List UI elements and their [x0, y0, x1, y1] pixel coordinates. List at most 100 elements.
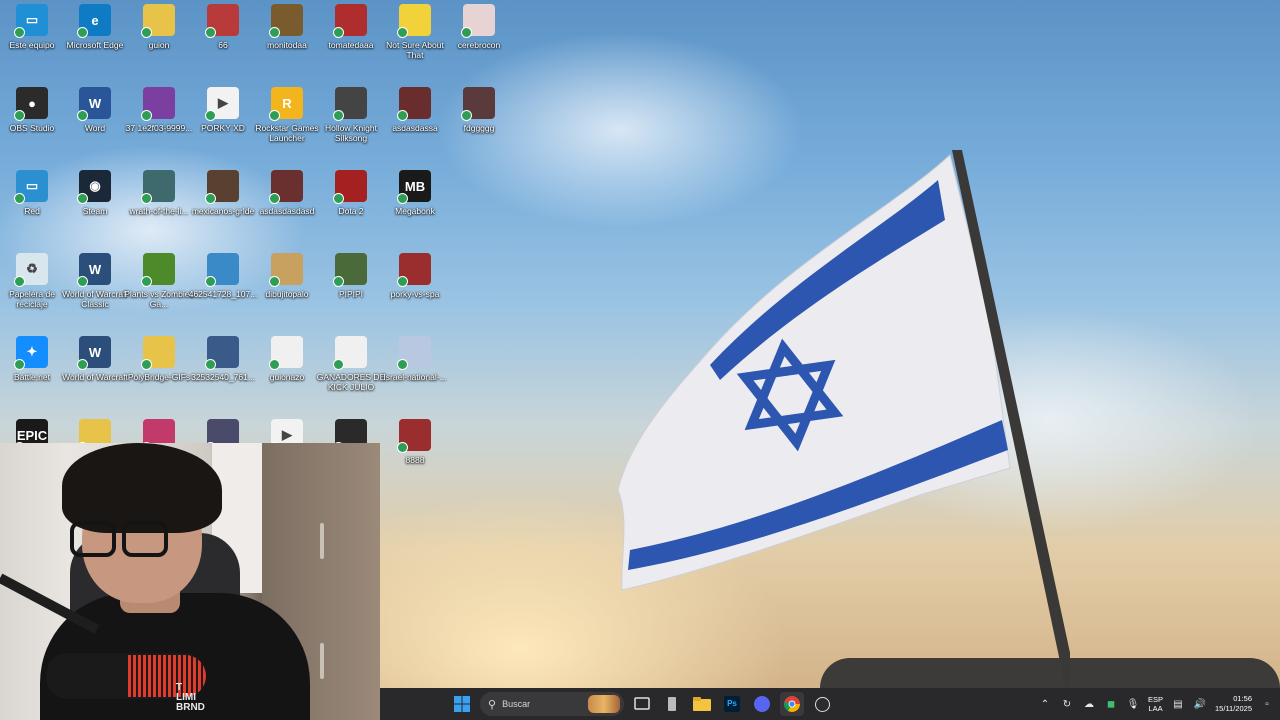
wow-icon: W: [77, 336, 111, 370]
obs-taskbar-button[interactable]: [810, 692, 834, 716]
desktop-icon-monitodaa[interactable]: monitodaa: [255, 4, 319, 50]
photoshop-button[interactable]: Ps: [720, 692, 744, 716]
desktop-icon-tomatedaaa[interactable]: tomatedaaa: [319, 4, 383, 50]
language-indicator[interactable]: ESP LAA: [1148, 695, 1163, 713]
clock[interactable]: 01:56 15/11/2025: [1215, 694, 1252, 714]
discord-button[interactable]: [750, 692, 774, 716]
desktop-icon-steam[interactable]: ◉ Steam: [63, 170, 127, 216]
sync-check-icon: [269, 359, 280, 370]
sync-check-icon: [77, 193, 88, 204]
66-icon: [205, 4, 239, 38]
desktop-icon-guionazo[interactable]: guionazo: [255, 336, 319, 382]
desktop-icon-plants[interactable]: Plants vs Zombies Ga...: [124, 253, 194, 309]
este-equipo-icon: ▭: [14, 4, 48, 38]
desktop-icon-fdggggg[interactable]: fdggggg: [447, 87, 511, 133]
search-highlight-image: [588, 695, 620, 713]
desktop-icon-obs[interactable]: ● OBS Studio: [0, 87, 64, 133]
desktop-icon-wowclassic[interactable]: W World of Warcraft Classic: [62, 253, 128, 309]
desktop-icon-mexicanos[interactable]: mexicanos-grlde: [191, 170, 255, 216]
desktop-icon-rockstar[interactable]: R Rockstar Games Launcher: [255, 87, 319, 143]
obs-icon: [814, 696, 830, 712]
asdasdasdasd-icon: [269, 170, 303, 204]
dota2-icon: [333, 170, 367, 204]
desktop-icon-red[interactable]: ▭ Red: [0, 170, 64, 216]
taskbar: ⚲ Buscar Ps ⌃ ↻ ☁ ◼ 🎙 ESP LAA ▤ 🔊 01:56 …: [380, 688, 1280, 720]
keyboard-layout: LAA: [1148, 704, 1163, 713]
desktop-icon-asdasdasdasd[interactable]: asdasdasdasd: [255, 170, 319, 216]
sync-check-icon: [269, 110, 280, 121]
sync-check-icon: [141, 27, 152, 38]
desktop-icon-dibujito[interactable]: dibujitopalo: [255, 253, 319, 299]
volume-icon[interactable]: 🔊: [1193, 699, 1207, 710]
desktop-icon-polybridge[interactable]: PolyBridge-GIFs: [127, 336, 191, 382]
rockstar-icon: R: [269, 87, 303, 121]
desktop-icon-battlenet[interactable]: ✦ Battle.net: [0, 336, 64, 382]
desktop-icon-label: porky-vs-spa: [390, 289, 440, 299]
task-view-button[interactable]: [630, 692, 654, 716]
wrath-icon: [141, 170, 175, 204]
desktop-icon-label: Plants vs Zombies Ga...: [124, 289, 194, 309]
desktop-icon-dota2[interactable]: Dota 2: [319, 170, 383, 216]
hollow-icon: [333, 87, 367, 121]
desktop-icon-pipipi[interactable]: PIPIPI: [319, 253, 383, 299]
desktop-icon-3253[interactable]: 32532540_761...: [191, 336, 255, 382]
language-code: ESP: [1148, 695, 1164, 704]
sync-check-icon: [397, 359, 408, 370]
desktop-icon-asdasdassa[interactable]: asdasdassa: [383, 87, 447, 133]
desktop-icon-label: World of Warcraft: [62, 372, 128, 382]
notifications-icon[interactable]: ▫: [1260, 699, 1274, 710]
desktop-icon-guion[interactable]: guion: [127, 4, 191, 50]
sync-check-icon: [141, 110, 152, 121]
chevron-up-icon[interactable]: ⌃: [1038, 699, 1052, 710]
desktop-icon-label: Word: [84, 123, 106, 133]
battlenet-icon: ✦: [14, 336, 48, 370]
desktop-icon-wrath[interactable]: wrath-of-the-li...: [127, 170, 191, 216]
desktop-icon-porkyvs[interactable]: porky-vs-spa: [383, 253, 447, 299]
network-icon[interactable]: ▤: [1171, 699, 1185, 710]
desktop-icon-israel[interactable]: Israel-national-...: [383, 336, 447, 382]
desktop-icon-label: Megabonk: [395, 206, 435, 216]
desktop-icon-notsure[interactable]: Not Sure About That: [383, 4, 447, 60]
sync-check-icon: [269, 276, 280, 287]
start-button[interactable]: [450, 692, 474, 716]
fdggggg-icon: [461, 87, 495, 121]
desktop-icon-papelera[interactable]: ♻ Papelera de reciclaje: [0, 253, 64, 309]
security-icon[interactable]: ◼: [1104, 699, 1118, 710]
desktop-icon-label: mexicanos-grlde: [191, 206, 255, 216]
sync-check-icon: [205, 193, 216, 204]
desktop-icon-label: tomatedaaa: [328, 40, 374, 50]
clock-date: 15/11/2025: [1215, 704, 1252, 713]
desktop-icon-37lea[interactable]: 37 1e2f03-9999...: [126, 87, 192, 133]
desktop-icon-wow[interactable]: W World of Warcraft: [62, 336, 128, 382]
desktop-icon-word[interactable]: W Word: [63, 87, 127, 133]
red-icon: ▭: [14, 170, 48, 204]
sync-check-icon: [141, 359, 152, 370]
desktop-icon-label: Rockstar Games Launcher: [255, 123, 319, 143]
desktop-icon-66[interactable]: 66: [191, 4, 255, 50]
pipipi-icon: [333, 253, 367, 287]
taskbar-app-device[interactable]: [660, 692, 684, 716]
ganadores-icon: [333, 336, 367, 370]
taskbar-search[interactable]: ⚲ Buscar: [480, 692, 624, 716]
desktop-icon-este-equipo[interactable]: ▭ Este equipo: [0, 4, 64, 50]
microphone-icon[interactable]: 🎙: [1126, 699, 1140, 710]
desktop-icon-ganadores[interactable]: GANADORES DE KICK JULIO: [317, 336, 385, 392]
desktop-icon-label: 37 1e2f03-9999...: [125, 123, 193, 133]
file-explorer-button[interactable]: [690, 692, 714, 716]
desktop-icon-edge[interactable]: e Microsoft Edge: [63, 4, 127, 50]
desktop-icon-462[interactable]: 462541728_107...: [189, 253, 257, 299]
desktop-icon-porky[interactable]: ▶ PORKY XD: [191, 87, 255, 133]
desktop-icon-8888[interactable]: 8888: [383, 419, 447, 465]
chrome-button[interactable]: [780, 692, 804, 716]
desktop-icon-cerebrocon[interactable]: cerebrocon: [447, 4, 511, 50]
windows-icon: [454, 696, 470, 712]
desktop-icon-label: fdggggg: [463, 123, 495, 133]
steam-icon: ◉: [77, 170, 111, 204]
cloud-icon[interactable]: ☁: [1082, 699, 1096, 710]
tomatedaaa-icon: [333, 4, 367, 38]
porky-icon: ▶: [205, 87, 239, 121]
desktop-icon-hollow[interactable]: Hollow Knight Silksong: [319, 87, 383, 143]
desktop-icon-megabonk[interactable]: MB Megabonk: [383, 170, 447, 216]
sync-icon[interactable]: ↻: [1060, 699, 1074, 710]
search-placeholder: Buscar: [502, 699, 531, 709]
